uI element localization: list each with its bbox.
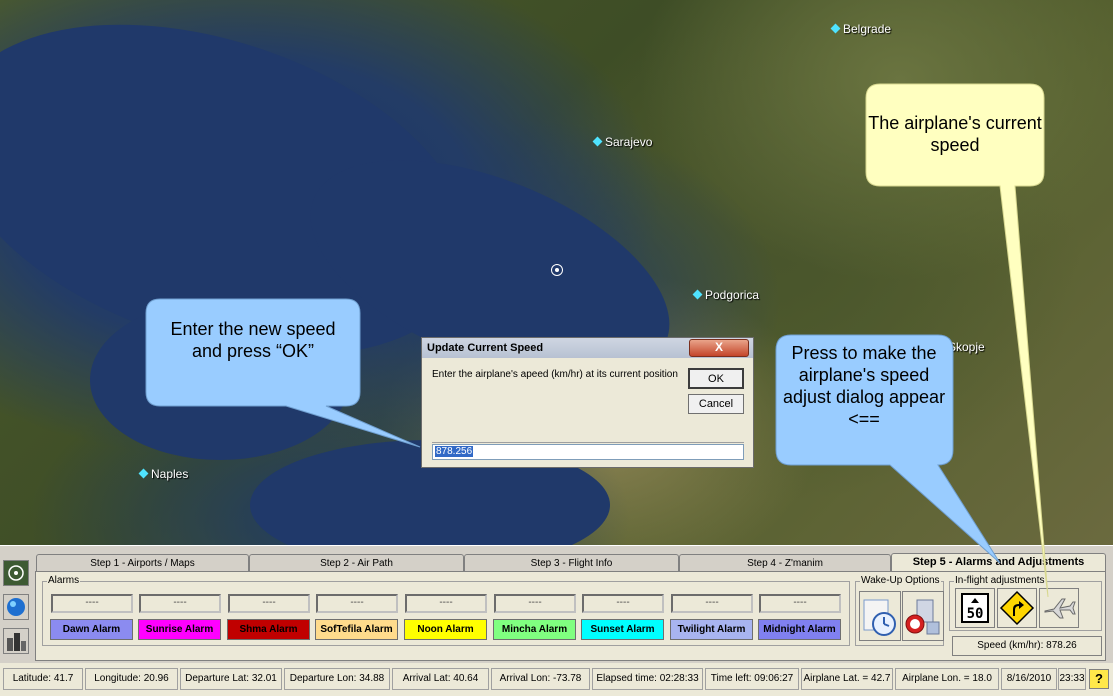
twilight-alarm-button[interactable]: Twilight Alarm xyxy=(670,619,753,640)
callout-press-adjust: Press to make the airplane's speed adjus… xyxy=(782,343,946,429)
city-label-skopje: Skopje xyxy=(948,340,985,354)
status-elapsed-time: Elapsed time: 02:28:33 xyxy=(592,668,703,690)
adjust-speed-button[interactable]: 50 xyxy=(955,588,995,628)
wakeup-clock-button[interactable] xyxy=(859,591,901,641)
dialog-separator xyxy=(432,442,744,443)
speed-readout: Speed (km/hr): 878.26 xyxy=(952,636,1102,656)
sunrise-alarm-time: ---- xyxy=(139,594,221,613)
speed-input-value: 878.256 xyxy=(435,446,474,457)
mincha-alarm-time: ---- xyxy=(494,594,576,613)
clock-icon xyxy=(863,599,896,636)
dawn-alarm-time: ---- xyxy=(51,594,133,613)
tab-airports-maps[interactable]: Step 1 - Airports / Maps xyxy=(36,554,249,571)
midnight-alarm-button[interactable]: Midnight Alarm xyxy=(758,619,841,640)
city-label-naples: Naples xyxy=(138,467,188,481)
tab-zmanim[interactable]: Step 4 - Z'manim xyxy=(679,554,891,571)
airplane-position-marker xyxy=(551,264,563,276)
tab-air-path[interactable]: Step 2 - Air Path xyxy=(249,554,464,571)
callout-enter-speed: Enter the new speed and press “OK” xyxy=(170,319,336,361)
cancel-button[interactable]: Cancel xyxy=(688,394,744,414)
city-label-belgrade: Belgrade xyxy=(830,22,891,36)
adjust-path-button[interactable] xyxy=(997,588,1037,628)
help-icon[interactable]: ? xyxy=(1089,669,1109,689)
sunset-alarm-button[interactable]: Sunset Alarm xyxy=(581,619,664,640)
status-date: 8/16/2010 xyxy=(1001,668,1057,690)
tab-flight-info[interactable]: Step 3 - Flight Info xyxy=(464,554,679,571)
noon-alarm-time: ---- xyxy=(405,594,487,613)
twilight-alarm-time: ---- xyxy=(671,594,753,613)
buildings-icon[interactable] xyxy=(3,628,29,654)
city-marker-icon xyxy=(692,289,703,300)
city-marker-icon xyxy=(592,136,603,147)
shma-alarm-time: ---- xyxy=(228,594,310,613)
update-speed-dialog: Update Current Speed X Enter the airplan… xyxy=(421,337,754,468)
inflight-group-label: In-flight adjustments xyxy=(954,575,1046,586)
softefila-alarm-time: ---- xyxy=(316,594,398,613)
callout-current-speed: The airplane's current speed xyxy=(868,113,1042,155)
speed-sign-number: 50 xyxy=(966,606,984,622)
curve-road-sign-icon xyxy=(999,590,1035,626)
status-longitude: Longitude: 20.96 xyxy=(85,668,178,690)
city-marker-icon xyxy=(830,23,841,34)
tab-alarms-adjustments[interactable]: Step 5 - Alarms and Adjustments xyxy=(891,553,1106,572)
softefila-alarm-button[interactable]: SofTefila Alarm xyxy=(315,619,398,640)
shma-alarm-button[interactable]: Shma Alarm xyxy=(227,619,310,640)
dialog-message: Enter the airplane's apeed (km/hr) at it… xyxy=(432,369,678,380)
dialog-close-button[interactable]: X xyxy=(689,339,749,357)
status-arrival-lon: Arrival Lon: -73.78 xyxy=(491,668,590,690)
status-bar: Latitude: 41.7 Longitude: 20.96 Departur… xyxy=(0,663,1113,696)
city-label-podgorica: Podgorica xyxy=(692,288,759,302)
alarm-clock-icon xyxy=(905,599,940,635)
status-departure-lon: Departure Lon: 34.88 xyxy=(284,668,390,690)
ok-button[interactable]: OK xyxy=(688,368,744,389)
midnight-alarm-time: ---- xyxy=(759,594,841,613)
map-target-icon[interactable] xyxy=(3,560,29,586)
status-time-left: Time left: 09:06:27 xyxy=(705,668,799,690)
noon-alarm-button[interactable]: Noon Alarm xyxy=(404,619,487,640)
mincha-alarm-button[interactable]: Mincha Alarm xyxy=(493,619,576,640)
status-airplane-lat: Airplane Lat. = 42.7 xyxy=(801,668,893,690)
sunset-alarm-time: ---- xyxy=(582,594,664,613)
wakeup-group-label: Wake-Up Options xyxy=(860,575,941,586)
status-latitude: Latitude: 41.7 xyxy=(3,668,83,690)
status-airplane-lon: Airplane Lon. = 18.0 xyxy=(895,668,999,690)
airplane-button[interactable] xyxy=(1039,588,1079,628)
alarms-group-label: Alarms xyxy=(47,575,81,586)
control-panel: Step 1 - Airports / Maps Step 2 - Air Pa… xyxy=(0,545,1113,664)
dawn-alarm-button[interactable]: Dawn Alarm xyxy=(50,619,133,640)
sunrise-alarm-button[interactable]: Sunrise Alarm xyxy=(138,619,221,640)
globe-icon[interactable] xyxy=(3,594,29,620)
speed-input[interactable]: 878.256 xyxy=(432,444,744,460)
wakeup-alarm-button[interactable] xyxy=(902,591,944,641)
status-arrival-lat: Arrival Lat: 40.64 xyxy=(392,668,489,690)
status-departure-lat: Departure Lat: 32.01 xyxy=(180,668,282,690)
status-time: 23:33 xyxy=(1058,668,1086,690)
airplane-icon xyxy=(1044,598,1076,619)
city-marker-icon xyxy=(138,468,149,479)
city-label-sarajevo: Sarajevo xyxy=(592,135,652,149)
